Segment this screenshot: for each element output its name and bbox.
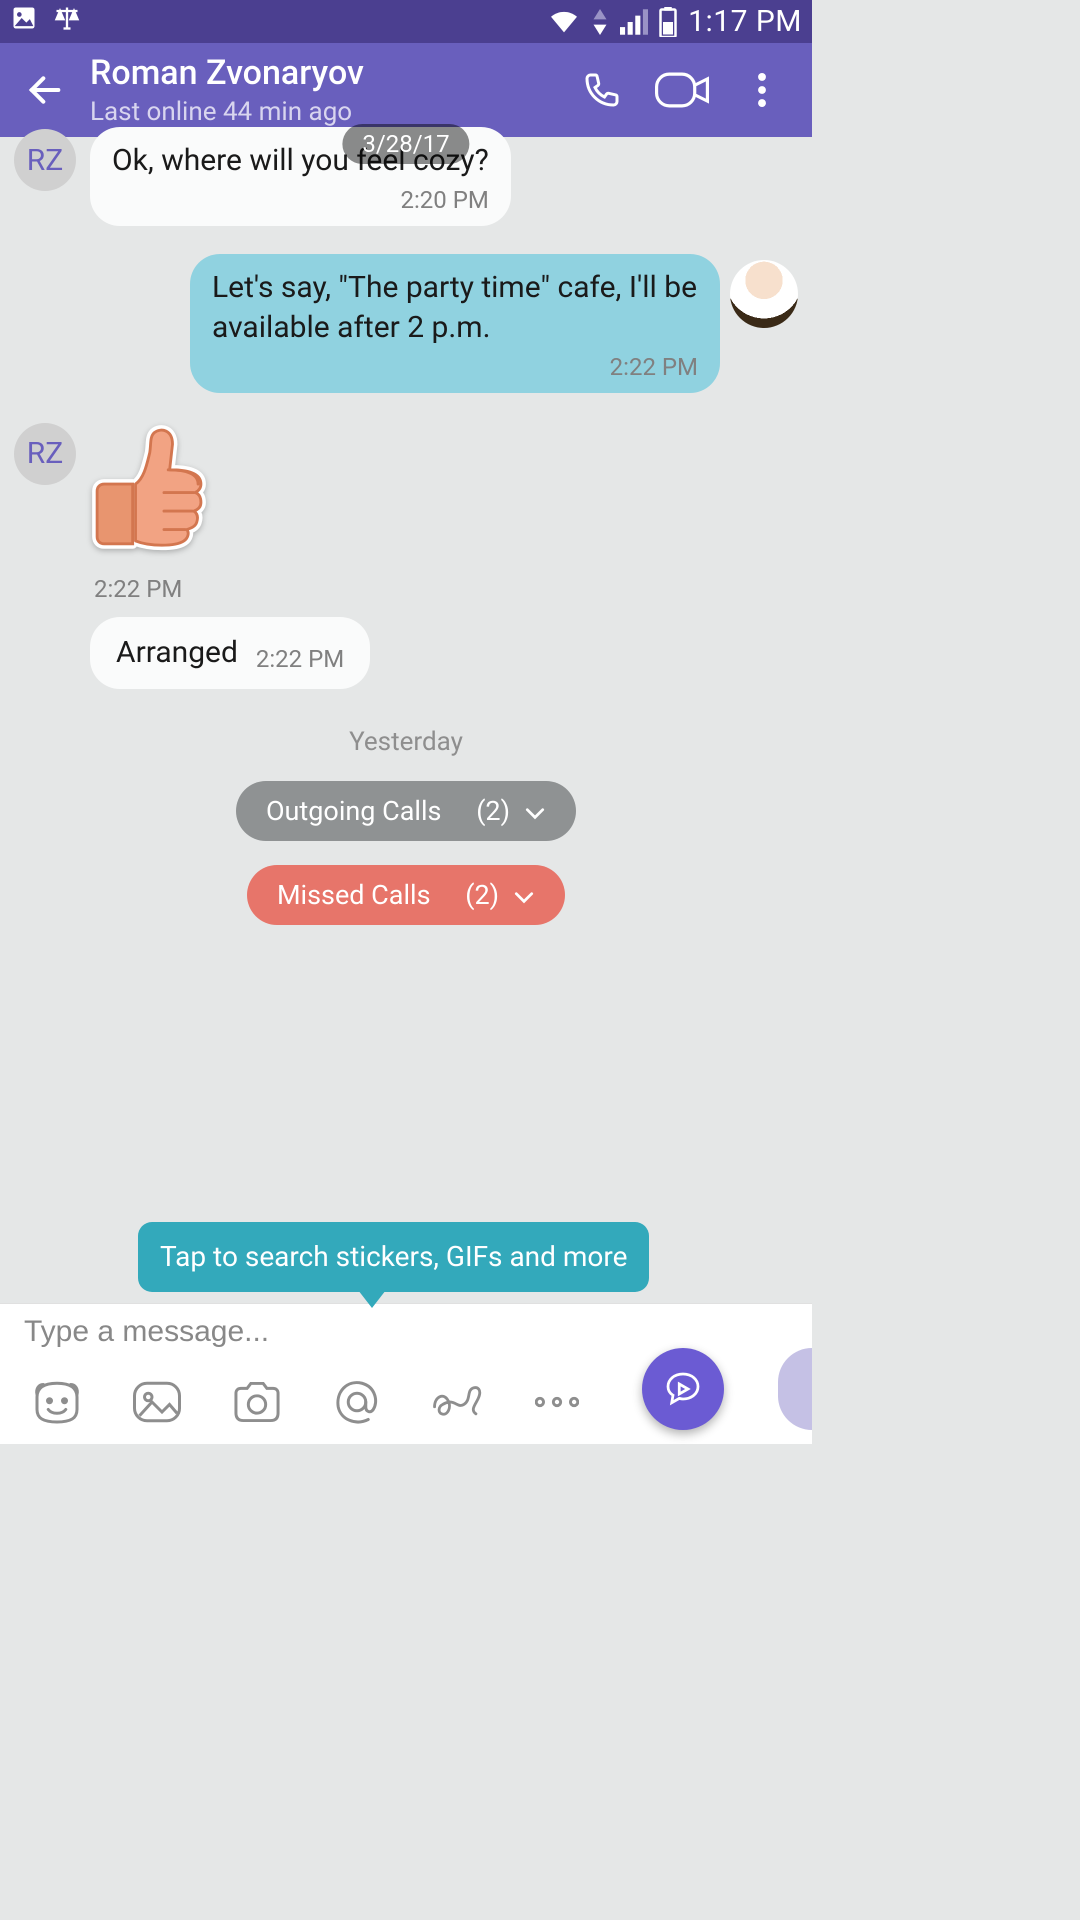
message-row-outgoing: Let's say, "The party time" cafe, I'll b… — [14, 254, 798, 393]
chat-scroll-area[interactable]: 3/28/17 RZ Ok, where will you feel cozy?… — [0, 127, 812, 1294]
video-call-button[interactable] — [642, 43, 722, 137]
call-count: (2) — [465, 879, 499, 911]
gallery-notification-icon — [10, 4, 38, 39]
signal-icon — [620, 9, 648, 35]
chevron-down-icon — [513, 879, 535, 911]
chat-header: Roman Zvonaryov Last online 44 min ago — [0, 43, 812, 137]
voice-call-button[interactable] — [562, 43, 642, 137]
call-label: Missed Calls — [277, 879, 431, 911]
contact-name: Roman Zvonaryov — [90, 53, 562, 93]
message-bubble[interactable]: Let's say, "The party time" cafe, I'll b… — [190, 254, 720, 393]
message-time: 2:20 PM — [400, 186, 488, 214]
sticker-search-hint-tooltip[interactable]: Tap to search stickers, GIFs and more — [138, 1222, 649, 1292]
message-time: 2:22 PM — [256, 645, 344, 673]
last-seen-text: Last online 44 min ago — [90, 97, 562, 127]
clock-text: 1:17 PM — [688, 4, 802, 39]
contact-avatar-initials[interactable]: RZ — [14, 423, 76, 485]
outgoing-calls-summary[interactable]: Outgoing Calls (2) — [236, 781, 576, 841]
balance-notification-icon — [52, 4, 82, 39]
message-row-incoming: RZ 2:22 PM — [14, 421, 798, 603]
back-button[interactable] — [0, 43, 90, 137]
message-input[interactable] — [24, 1315, 788, 1349]
stickers-button[interactable] — [30, 1375, 84, 1429]
self-avatar[interactable] — [730, 260, 798, 328]
message-text: Arranged — [116, 633, 238, 674]
data-icon — [590, 9, 610, 35]
date-separator: 3/28/17 — [342, 124, 469, 164]
more-options-button[interactable] — [722, 43, 802, 137]
camera-button[interactable] — [230, 1375, 284, 1429]
message-time: 2:22 PM — [94, 575, 218, 603]
call-label: Outgoing Calls — [266, 795, 442, 827]
message-text: Let's say, "The party time" cafe, I'll b… — [212, 268, 698, 349]
doodle-button[interactable] — [430, 1375, 484, 1429]
more-button[interactable] — [530, 1375, 584, 1429]
gallery-button[interactable] — [130, 1375, 184, 1429]
android-status-bar: 1:17 PM — [0, 0, 812, 43]
chat-heads-fab[interactable] — [642, 1348, 724, 1430]
date-separator: Yesterday — [14, 727, 798, 757]
wifi-icon — [548, 9, 580, 35]
missed-calls-summary[interactable]: Missed Calls (2) — [247, 865, 565, 925]
message-bubble[interactable]: Arranged 2:22 PM — [90, 617, 370, 690]
message-time: 2:22 PM — [610, 353, 698, 381]
header-title-block[interactable]: Roman Zvonaryov Last online 44 min ago — [90, 53, 562, 127]
message-row-incoming: Arranged 2:22 PM — [14, 617, 798, 690]
chevron-down-icon — [524, 795, 546, 827]
mention-button[interactable] — [330, 1375, 384, 1429]
contact-avatar-initials[interactable]: RZ — [14, 129, 76, 191]
thumbs-up-sticker-icon[interactable] — [90, 421, 218, 567]
battery-icon — [658, 7, 678, 37]
call-count: (2) — [476, 795, 510, 827]
